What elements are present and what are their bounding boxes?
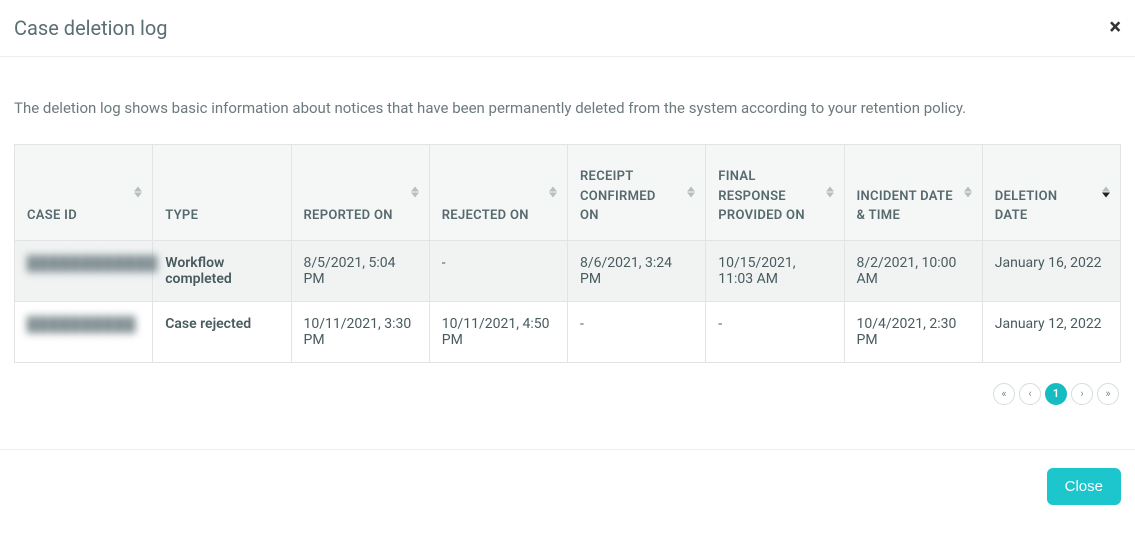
- col-label: FINAL RESPONSE PROVIDED ON: [718, 169, 805, 223]
- sort-icon[interactable]: [826, 187, 834, 198]
- sort-icon[interactable]: [964, 187, 972, 198]
- table-row: ██████████ Case rejected 10/11/2021, 3:3…: [15, 301, 1121, 362]
- cell-rejected-on: 10/11/2021, 4:50 PM: [429, 301, 567, 362]
- redacted-text: ████████████: [27, 256, 158, 272]
- col-final-response-on[interactable]: FINAL RESPONSE PROVIDED ON: [706, 144, 844, 240]
- col-label: TYPE: [165, 208, 198, 223]
- col-deletion-date[interactable]: DELETION DATE: [982, 144, 1120, 240]
- cell-deletion-date: January 16, 2022: [982, 240, 1120, 301]
- sort-icon[interactable]: [687, 187, 695, 198]
- col-rejected-on[interactable]: REJECTED ON: [429, 144, 567, 240]
- sort-icon[interactable]: [549, 187, 557, 198]
- modal-header: Case deletion log ×: [0, 0, 1135, 57]
- page-last-button[interactable]: »: [1097, 383, 1119, 405]
- sort-icon[interactable]: [411, 187, 419, 198]
- cell-final-response-on: 10/15/2021, 11:03 AM: [706, 240, 844, 301]
- modal-body: The deletion log shows basic information…: [0, 57, 1135, 419]
- col-case-id[interactable]: CASE ID: [15, 144, 153, 240]
- page-next-button[interactable]: ›: [1071, 383, 1093, 405]
- cell-case-id: ████████████: [15, 240, 153, 301]
- table-row: ████████████ Workflow completed 8/5/2021…: [15, 240, 1121, 301]
- cell-type: Case rejected: [153, 301, 291, 362]
- col-reported-on[interactable]: REPORTED ON: [291, 144, 429, 240]
- cell-deletion-date: January 12, 2022: [982, 301, 1120, 362]
- page-prev-button[interactable]: ‹: [1019, 383, 1041, 405]
- intro-text: The deletion log shows basic information…: [14, 97, 1121, 120]
- cell-reported-on: 10/11/2021, 3:30 PM: [291, 301, 429, 362]
- modal-title: Case deletion log: [14, 16, 167, 40]
- close-button[interactable]: Close: [1047, 468, 1121, 505]
- cell-reported-on: 8/5/2021, 5:04 PM: [291, 240, 429, 301]
- cell-incident-datetime: 8/2/2021, 10:00 AM: [844, 240, 982, 301]
- pagination: « ‹ 1 › »: [14, 383, 1121, 405]
- col-type[interactable]: TYPE: [153, 144, 291, 240]
- col-label: REJECTED ON: [442, 208, 529, 223]
- sort-icon[interactable]: [1102, 187, 1110, 198]
- deletion-log-table: CASE ID TYPE REPORTED ON REJECTED ON: [14, 144, 1121, 363]
- cell-receipt-confirmed-on: 8/6/2021, 3:24 PM: [568, 240, 706, 301]
- col-receipt-confirmed-on[interactable]: RECEIPT CONFIRMED ON: [568, 144, 706, 240]
- cell-type: Workflow completed: [153, 240, 291, 301]
- cell-incident-datetime: 10/4/2021, 2:30 PM: [844, 301, 982, 362]
- deletion-log-modal: Case deletion log × The deletion log sho…: [0, 0, 1135, 523]
- redacted-text: ██████████: [27, 317, 136, 333]
- modal-footer: Close: [0, 449, 1135, 523]
- col-label: REPORTED ON: [304, 208, 393, 223]
- page-number-button[interactable]: 1: [1045, 383, 1067, 405]
- col-label: DELETION DATE: [995, 189, 1058, 224]
- table-header-row: CASE ID TYPE REPORTED ON REJECTED ON: [15, 144, 1121, 240]
- cell-case-id: ██████████: [15, 301, 153, 362]
- cell-final-response-on: -: [706, 301, 844, 362]
- col-label: RECEIPT CONFIRMED ON: [580, 169, 656, 223]
- cell-rejected-on: -: [429, 240, 567, 301]
- col-label: CASE ID: [27, 208, 77, 223]
- col-label: INCIDENT DATE & TIME: [857, 189, 953, 224]
- page-first-button[interactable]: «: [993, 383, 1015, 405]
- col-incident-datetime[interactable]: INCIDENT DATE & TIME: [844, 144, 982, 240]
- close-icon[interactable]: ×: [1109, 17, 1121, 39]
- sort-icon[interactable]: [134, 187, 142, 198]
- cell-receipt-confirmed-on: -: [568, 301, 706, 362]
